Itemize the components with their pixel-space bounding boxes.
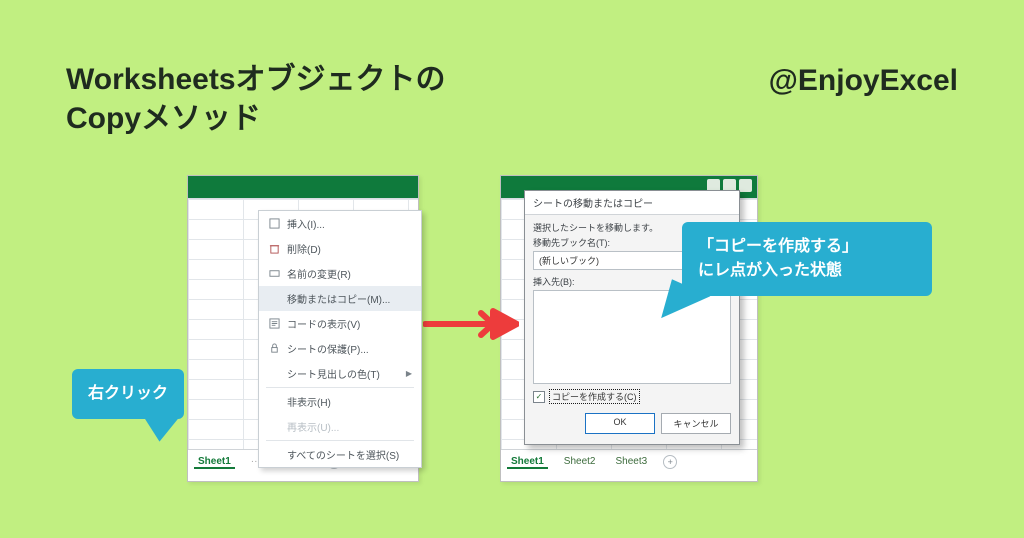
add-sheet-icon[interactable]: + [663, 455, 677, 469]
callout-right-click: 右クリック [72, 369, 184, 419]
ctx-hide[interactable]: 非表示(H) [259, 389, 421, 414]
ctx-protect-sheet[interactable]: シートの保護(P)... [259, 336, 421, 361]
book-select-value: (新しいブック) [539, 254, 599, 267]
page-title: Worksheetsオブジェクトの Copyメソッド [66, 60, 446, 138]
ok-button[interactable]: OK [585, 413, 655, 434]
create-copy-checkbox[interactable]: ✓ [533, 391, 545, 403]
title-line2: Copyメソッド [66, 102, 261, 135]
ctx-select-all-sheets[interactable]: すべてのシートを選択(S) [259, 442, 421, 467]
window-btn-icon [739, 179, 752, 192]
create-copy-row[interactable]: ✓ コピーを作成する(C) [533, 389, 731, 404]
author-handle: @EnjoyExcel [769, 64, 958, 98]
create-copy-label: コピーを作成する(C) [549, 389, 640, 404]
sheet-tab-sheet1[interactable]: Sheet1 [194, 456, 235, 469]
arrow-icon [423, 305, 519, 343]
sheet-tab-sheet2[interactable]: Sheet2 [560, 456, 600, 469]
blank-icon [268, 421, 280, 432]
blank-icon [268, 368, 280, 379]
blank-icon [268, 449, 280, 460]
excel-titlebar [188, 176, 418, 198]
sheet-tab-sheet3[interactable]: Sheet3 [612, 456, 652, 469]
cancel-button[interactable]: キャンセル [661, 413, 731, 434]
delete-icon [268, 243, 280, 254]
code-icon [268, 318, 280, 329]
sheet-tabstrip: Sheet1 Sheet2 Sheet3 + [501, 449, 757, 474]
ctx-rename[interactable]: 名前の変更(R) [259, 261, 421, 286]
lock-icon [268, 343, 280, 354]
separator [266, 387, 414, 388]
ctx-unhide: 再表示(U)... [259, 414, 421, 439]
ctx-delete[interactable]: 削除(D) [259, 236, 421, 261]
context-menu: 挿入(I)... 削除(D) 名前の変更(R) 移動またはコピー(M)... コ… [258, 210, 422, 468]
dialog-title: シートの移動またはコピー [525, 191, 739, 215]
ctx-tab-color[interactable]: シート見出しの色(T) ▶ [259, 361, 421, 386]
ctx-view-code[interactable]: コードの表示(V) [259, 311, 421, 336]
rename-icon [268, 268, 280, 279]
separator [266, 440, 414, 441]
ctx-move-or-copy[interactable]: 移動またはコピー(M)... [259, 286, 421, 311]
blank-icon [268, 396, 280, 407]
insert-icon [268, 218, 280, 229]
callout-tail-icon [143, 411, 188, 443]
blank-icon [268, 293, 280, 304]
sheet-tab-sheet1[interactable]: Sheet1 [507, 456, 548, 469]
title-line1: Worksheetsオブジェクトの [66, 63, 446, 96]
chevron-right-icon: ▶ [406, 369, 412, 378]
callout-copy-checked: 「コピーを作成する」 にレ点が入った状態 [682, 222, 932, 296]
ctx-insert[interactable]: 挿入(I)... [259, 211, 421, 236]
